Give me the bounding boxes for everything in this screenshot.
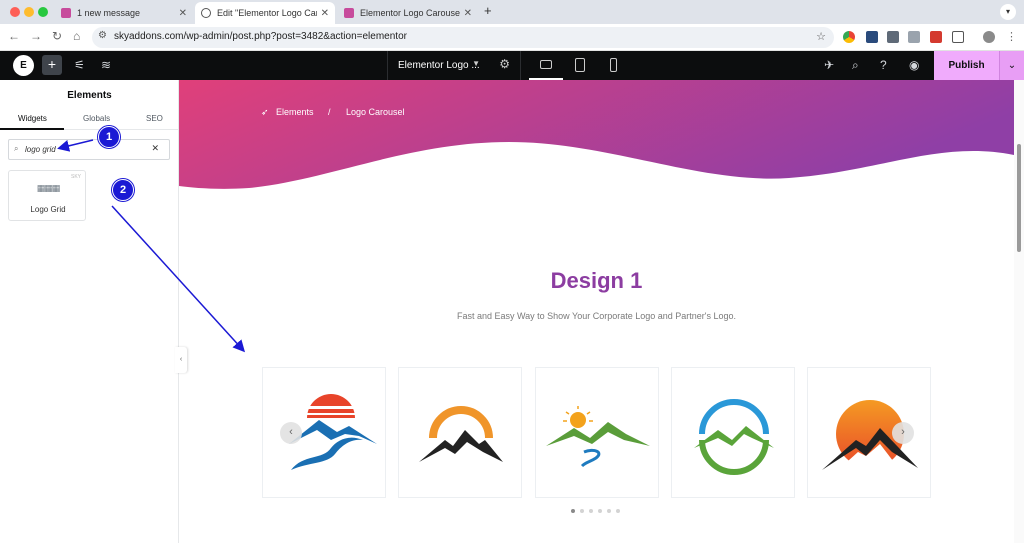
browser-tab-widget[interactable]: Elementor Logo Carousel Wid ✕ (338, 2, 478, 24)
carousel-pagination (571, 509, 620, 513)
preview-eye-icon[interactable]: ◉ (909, 58, 919, 72)
chrome-extension-icon[interactable] (843, 31, 855, 43)
gear-icon[interactable]: ⚙ (499, 57, 510, 71)
browser-tab-messages[interactable]: 1 new message ✕ (55, 2, 193, 24)
profile-avatar-icon[interactable] (983, 31, 995, 43)
hero-banner (179, 80, 1014, 189)
forward-arrow-icon[interactable]: → (30, 29, 42, 43)
puzzle-extensions-icon[interactable] (952, 31, 964, 43)
widget-badge: SKY (70, 174, 81, 180)
minimize-window-button[interactable] (24, 7, 34, 17)
maximize-window-button[interactable] (38, 7, 48, 17)
close-tab-icon[interactable]: ✕ (321, 8, 329, 19)
url-text: skyaddons.com/wp-admin/post.php?post=348… (114, 31, 407, 42)
bookmark-star-icon[interactable]: ☆ (816, 30, 826, 43)
carousel-prev-button[interactable]: ‹ (280, 422, 302, 444)
close-tab-icon[interactable]: ✕ (464, 8, 472, 19)
font-extension-icon[interactable] (930, 31, 942, 43)
collapse-panel-chevron-icon[interactable]: ‹ (175, 347, 187, 373)
publish-button[interactable]: Publish (934, 51, 999, 80)
tab-search-chevron-icon[interactable]: ▾ (1000, 4, 1016, 20)
mobile-view-button[interactable] (597, 51, 631, 80)
close-tab-icon[interactable]: ✕ (179, 8, 187, 19)
breadcrumb-rocket-icon: ➶ (261, 107, 269, 117)
home-icon[interactable]: ⌂ (73, 29, 80, 43)
elements-panel: Elements Widgets Globals SEO ⌕ ✕ SKY ▦▦▦… (0, 80, 179, 543)
search-icon: ⌕ (14, 144, 19, 153)
editor-canvas[interactable]: ➶ Elements / Logo Carousel Design 1 Fast… (179, 80, 1014, 543)
desktop-view-button[interactable] (529, 51, 563, 80)
page-name: Elementor Logo ... (398, 60, 480, 71)
carousel-dot[interactable] (607, 509, 611, 513)
breadcrumb-separator: / (328, 107, 331, 117)
panel-title: Elements (67, 90, 112, 101)
elementor-top-bar: E + ⚟ ≋ Elementor Logo ... ▼ ⚙ ✈ ⌕ ? ◉ P… (0, 51, 1024, 80)
extension-icon[interactable] (887, 31, 899, 43)
skyaddons-favicon-icon (61, 8, 71, 18)
clear-search-icon[interactable]: ✕ (151, 143, 159, 154)
section-subtitle: Fast and Easy Way to Show Your Corporate… (456, 311, 737, 321)
breadcrumb-current: Logo Carousel (346, 107, 405, 117)
chevron-down-icon: ▼ (472, 59, 480, 68)
desktop-icon (540, 60, 552, 69)
search-icon[interactable]: ⌕ (852, 58, 859, 73)
add-element-button[interactable]: + (42, 55, 62, 75)
panel-tabs: Widgets Globals SEO (0, 110, 179, 130)
help-icon[interactable]: ? (880, 58, 887, 72)
active-tab-indicator (0, 128, 64, 130)
globe-icon (201, 8, 211, 18)
structure-layers-icon[interactable]: ≋ (101, 58, 111, 72)
step-1-marker: 1 (98, 126, 120, 148)
whats-new-rocket-icon[interactable]: ✈ (824, 58, 834, 72)
tab-title: Elementor Logo Carousel Wid (360, 8, 460, 18)
carousel-dot[interactable] (598, 509, 602, 513)
step-2-marker: 2 (112, 179, 134, 201)
tab-title: 1 new message (77, 8, 141, 18)
carousel-next-button[interactable]: › (892, 422, 914, 444)
tab-globals[interactable]: Globals (83, 114, 110, 123)
tab-widgets[interactable]: Widgets (18, 114, 47, 123)
logo-card (398, 367, 522, 498)
mountain-arc-logo-icon (419, 406, 503, 462)
green-mountain-river-logo-icon (546, 406, 650, 468)
breadcrumb-home[interactable]: Elements (276, 107, 314, 117)
close-window-button[interactable] (10, 7, 20, 17)
reload-icon[interactable]: ↻ (52, 29, 62, 43)
tablet-view-button[interactable] (563, 51, 597, 80)
widget-label: Logo Grid (30, 205, 66, 214)
browser-tab-edit[interactable]: Edit "Elementor Logo Carousel ✕ (195, 2, 335, 24)
carousel-dot[interactable] (580, 509, 584, 513)
elementor-logo-icon[interactable]: E (13, 55, 34, 76)
logo-card (535, 367, 659, 498)
address-bar[interactable]: ⚙ skyaddons.com/wp-admin/post.php?post=3… (92, 27, 834, 48)
shield-extension-icon[interactable] (866, 31, 878, 43)
logo-grid-widget[interactable]: SKY ▦▦▦ Logo Grid (8, 170, 86, 221)
tablet-icon (575, 58, 585, 72)
scrollbar-thumb[interactable] (1017, 144, 1021, 252)
logo-card (671, 367, 795, 498)
tab-seo[interactable]: SEO (146, 114, 163, 123)
new-tab-button[interactable]: + (484, 3, 492, 18)
carousel-dot[interactable] (571, 509, 575, 513)
skyaddons-favicon-icon (344, 8, 354, 18)
green-mountain-circle-logo-icon (694, 399, 774, 475)
tab-title: Edit "Elementor Logo Carousel (217, 8, 317, 18)
browser-tab-strip: 1 new message ✕ Edit "Elementor Logo Car… (0, 0, 1024, 24)
back-arrow-icon[interactable]: ← (8, 29, 20, 43)
logo-grid-icon: ▦▦▦ (36, 183, 61, 193)
widget-search-input[interactable] (25, 143, 145, 156)
widget-search-field[interactable]: ⌕ ✕ (8, 139, 170, 160)
page-settings-dropdown[interactable]: Elementor Logo ... ▼ ⚙ (387, 51, 521, 80)
carousel-dot[interactable] (589, 509, 593, 513)
publish-options-chevron-icon[interactable]: ⌄ (999, 51, 1024, 80)
site-settings-sliders-icon[interactable]: ⚟ (74, 58, 85, 72)
translate-extension-icon[interactable] (908, 31, 920, 43)
site-settings-icon[interactable]: ⚙ (98, 30, 107, 41)
mobile-icon (610, 58, 617, 72)
section-title: Design 1 (550, 268, 643, 293)
canvas-scrollbar[interactable] (1014, 80, 1024, 543)
browser-toolbar: ← → ↻ ⌂ ⚙ skyaddons.com/wp-admin/post.ph… (0, 24, 1024, 51)
carousel-dot[interactable] (616, 509, 620, 513)
kebab-menu-icon[interactable]: ⋮ (1006, 30, 1017, 43)
